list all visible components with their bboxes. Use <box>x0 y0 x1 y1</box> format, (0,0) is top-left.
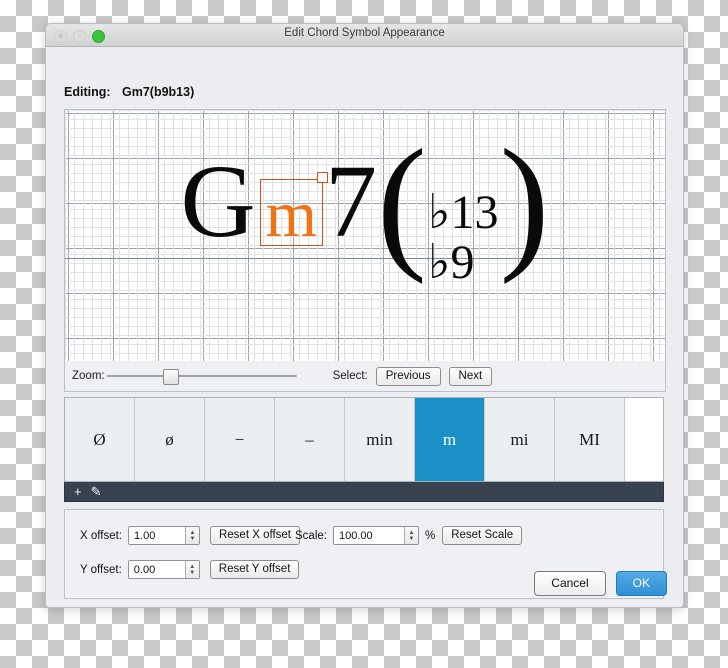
dialog-footer: Cancel OK <box>524 571 667 596</box>
chord-quality-glyph[interactable]: m <box>262 182 321 248</box>
editing-label: Editing: <box>64 85 111 99</box>
x-offset-row: X offset: 1.00 ▲ ▼ Reset X offset <box>80 526 301 545</box>
previous-button[interactable]: Previous <box>375 366 441 386</box>
reset-x-offset-button[interactable]: Reset X offset <box>209 526 301 545</box>
variant-cell-6[interactable]: mi <box>485 398 555 481</box>
chord-symbol-preview: G m 7 ( ♭13 ♭9 ) <box>65 110 665 362</box>
ok-button[interactable]: OK <box>615 571 667 596</box>
chord-alteration-upper[interactable]: ♭13 <box>428 188 499 238</box>
y-offset-row: Y offset: 0.00 ▲ ▼ Reset Y offset <box>80 560 300 579</box>
editing-row: Editing: Gm7(b9b13) <box>64 85 194 99</box>
chord-quality-group[interactable]: m <box>259 172 328 248</box>
variant-label: mi <box>510 429 529 449</box>
variant-label: MI <box>579 429 600 449</box>
variant-list-overflow <box>625 398 663 481</box>
variant-label: min <box>366 429 393 449</box>
window-titlebar: ✕ − Edit Chord Symbol Appearance <box>46 24 683 47</box>
chord-paren-open-glyph[interactable]: ( <box>377 127 427 277</box>
zoom-slider[interactable] <box>106 368 297 385</box>
variant-cell-2[interactable]: − <box>205 398 275 481</box>
cancel-button[interactable]: Cancel <box>534 571 606 596</box>
x-offset-label: X offset: <box>80 529 122 542</box>
variant-list-toolbar: + ✎ <box>64 482 664 502</box>
y-offset-stepper-arrows[interactable]: ▲ ▼ <box>184 561 199 578</box>
scale-stepper[interactable]: 100.00 ▲ ▼ <box>332 526 419 545</box>
window-title: Edit Chord Symbol Appearance <box>284 27 445 39</box>
next-button[interactable]: Next <box>448 366 493 386</box>
variant-cell-3[interactable]: – <box>275 398 345 481</box>
chord-preview-panel[interactable]: G m 7 ( ♭13 ♭9 ) <box>64 109 666 363</box>
stepper-down-icon[interactable]: ▼ <box>190 536 196 542</box>
chord-paren-close-glyph[interactable]: ) <box>500 127 550 277</box>
add-variant-icon[interactable]: + <box>74 485 82 498</box>
editing-chord-name: Gm7(b9b13) <box>122 85 195 99</box>
variant-label: ø <box>165 429 174 449</box>
zoom-label: Zoom: <box>72 370 105 382</box>
scale-label: Scale: <box>295 529 327 542</box>
dialog-content: Editing: Gm7(b9b13) G m 7 (♭13 ♭9) Zoo… <box>46 47 683 607</box>
reset-y-offset-button[interactable]: Reset Y offset <box>209 560 300 579</box>
zoom-slider-thumb[interactable] <box>162 369 179 385</box>
y-offset-label: Y offset: <box>80 563 122 576</box>
select-label: Select: <box>332 370 368 382</box>
reset-scale-button[interactable]: Reset Scale <box>442 526 523 545</box>
edit-chord-symbol-appearance-window: ✕ − Edit Chord Symbol Appearance Editing… <box>45 23 684 608</box>
variant-cell-1[interactable]: ø <box>135 398 205 481</box>
stepper-down-icon[interactable]: ▼ <box>408 536 414 542</box>
x-offset-stepper[interactable]: 1.00 ▲ ▼ <box>127 526 200 545</box>
variant-cell-0[interactable]: Ø <box>65 398 135 481</box>
chord-quality-variant-list[interactable]: Ø ø − – min m mi MI <box>64 397 664 482</box>
variant-label: – <box>305 429 314 449</box>
x-offset-input[interactable]: 1.00 <box>128 527 185 544</box>
zoom-slider-track <box>106 375 297 377</box>
scale-row: Scale: 100.00 ▲ ▼ % Reset Scale <box>295 526 523 545</box>
scale-input[interactable]: 100.00 <box>333 527 404 544</box>
y-offset-input[interactable]: 0.00 <box>128 561 185 578</box>
variant-label: − <box>234 429 245 449</box>
chord-alterations-group: ♭13 ♭9 <box>428 188 499 288</box>
variant-cell-4[interactable]: min <box>345 398 415 481</box>
stepper-down-icon[interactable]: ▼ <box>189 570 195 576</box>
zoom-and-select-strip: Zoom: Select: Previous Next <box>64 361 666 392</box>
scale-unit-label: % <box>424 529 436 542</box>
edit-variant-pencil-icon[interactable]: ✎ <box>91 485 102 498</box>
variant-cell-5-selected[interactable]: m <box>415 398 485 481</box>
scale-stepper-arrows[interactable]: ▲ ▼ <box>403 527 418 544</box>
chord-alteration-lower[interactable]: ♭9 <box>428 238 475 288</box>
chord-root-glyph[interactable]: G <box>181 150 256 254</box>
chord-seventh-glyph[interactable]: 7 <box>325 150 377 254</box>
variant-label: Ø <box>93 429 106 449</box>
y-offset-stepper[interactable]: 0.00 ▲ ▼ <box>127 560 200 579</box>
variant-label: m <box>442 429 457 449</box>
variant-cell-7[interactable]: MI <box>555 398 625 481</box>
x-offset-stepper-arrows[interactable]: ▲ ▼ <box>184 527 199 544</box>
